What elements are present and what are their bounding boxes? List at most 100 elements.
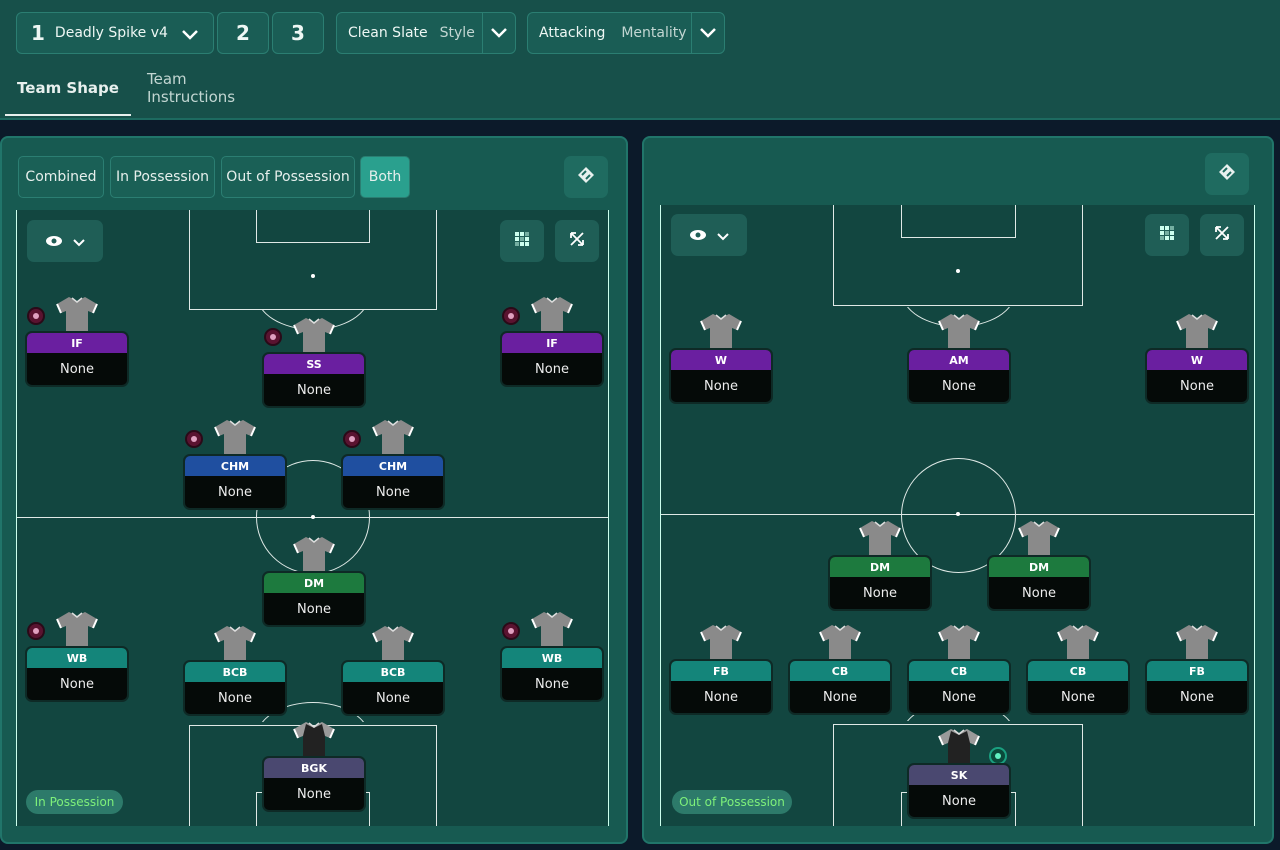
player-token-cb[interactable]: CB None [788, 623, 892, 715]
shirt-icon [818, 623, 862, 661]
player-role-card[interactable]: BGK None [262, 756, 366, 812]
segment-in-possession[interactable]: In Possession [110, 156, 215, 198]
player-token-fb[interactable]: FB None [669, 623, 773, 715]
eye-icon [689, 226, 707, 245]
shirt-icon [530, 610, 574, 648]
player-role-card[interactable]: W None [1145, 348, 1249, 404]
player-role-card[interactable]: BCB None [183, 660, 287, 716]
player-role-card[interactable]: FB None [1145, 659, 1249, 715]
grid-view-button[interactable] [1145, 214, 1189, 256]
tab-team-shape[interactable]: Team Shape [5, 62, 131, 116]
player-role-card[interactable]: DM None [987, 555, 1091, 611]
goalkeeper-shirt-icon [292, 720, 336, 758]
shirt-icon [371, 624, 415, 662]
segment-combined[interactable]: Combined [18, 156, 104, 198]
player-role-card[interactable]: CB None [907, 659, 1011, 715]
player-token-fb[interactable]: FB None [1145, 623, 1249, 715]
player-role-card[interactable]: WB None [25, 646, 129, 702]
style-selector[interactable]: Clean Slate Style [336, 12, 516, 54]
segment-both[interactable]: Both [360, 156, 410, 198]
player-name: None [942, 793, 976, 809]
player-instruction-badge-icon[interactable] [502, 622, 520, 640]
tactic-selector[interactable]: 1 Deadly Spike v4 [16, 12, 214, 54]
player-role-label: W [671, 350, 771, 370]
penalty-spot-top [311, 274, 315, 278]
player-token-w[interactable]: W None [1145, 312, 1249, 404]
player-role-card[interactable]: DM None [828, 555, 932, 611]
player-token-if[interactable]: IF None [25, 295, 129, 387]
visibility-toggle[interactable] [671, 214, 747, 256]
player-role-card[interactable]: FB None [669, 659, 773, 715]
player-instruction-badge-icon[interactable] [502, 307, 520, 325]
player-role-card[interactable]: CB None [1026, 659, 1130, 715]
player-instruction-badge-icon[interactable] [264, 328, 282, 346]
tactic-slot-2-button[interactable]: 2 [217, 12, 269, 54]
player-role-card[interactable]: BCB None [341, 660, 445, 716]
grid-view-button[interactable] [500, 220, 544, 262]
tactic-slot-number: 1 [31, 21, 45, 45]
player-role-card[interactable]: SK None [907, 763, 1011, 819]
swap-view-button[interactable] [1205, 153, 1249, 195]
player-name: None [942, 378, 976, 394]
player-role-card[interactable]: W None [669, 348, 773, 404]
player-role-card[interactable]: IF None [25, 331, 129, 387]
swap-view-button[interactable] [564, 156, 608, 198]
player-token-sk[interactable]: SK None [907, 727, 1011, 819]
player-role-card[interactable]: SS None [262, 352, 366, 408]
mentality-selector[interactable]: Attacking Mentality [527, 12, 725, 54]
expand-button[interactable] [555, 220, 599, 262]
centre-spot [956, 512, 960, 516]
player-role-label: CB [790, 661, 890, 681]
player-role-card[interactable]: DM None [262, 571, 366, 627]
player-token-bcb[interactable]: BCB None [341, 624, 445, 716]
player-role-card[interactable]: WB None [500, 646, 604, 702]
player-name: None [704, 378, 738, 394]
player-token-bgk[interactable]: BGK None [262, 720, 366, 812]
chevron-down-icon [73, 232, 85, 251]
player-name: None [823, 689, 857, 705]
player-name: None [297, 786, 331, 802]
grid-icon [1159, 225, 1175, 245]
tactic-slot-3-button[interactable]: 3 [272, 12, 324, 54]
shirt-icon [937, 312, 981, 350]
player-token-if[interactable]: IF None [500, 295, 604, 387]
tab-team-shape-label: Team Shape [17, 79, 119, 97]
player-role-label: W [1147, 350, 1247, 370]
player-role-card[interactable]: AM None [907, 348, 1011, 404]
player-token-bcb[interactable]: BCB None [183, 624, 287, 716]
player-role-card[interactable]: IF None [500, 331, 604, 387]
player-token-dm[interactable]: DM None [262, 535, 366, 627]
player-token-wb[interactable]: WB None [25, 610, 129, 702]
player-instruction-badge-icon[interactable] [185, 430, 203, 448]
segment-in-possession-label: In Possession [115, 169, 210, 185]
player-token-w[interactable]: W None [669, 312, 773, 404]
expand-button[interactable] [1200, 214, 1244, 256]
player-token-ss[interactable]: SS None [262, 316, 366, 408]
player-role-label: DM [830, 557, 930, 577]
player-token-chm[interactable]: CHM None [183, 418, 287, 510]
player-token-wb[interactable]: WB None [500, 610, 604, 702]
player-role-card[interactable]: CHM None [183, 454, 287, 510]
player-token-cb[interactable]: CB None [1026, 623, 1130, 715]
player-instruction-badge-icon[interactable] [343, 430, 361, 448]
player-token-chm[interactable]: CHM None [341, 418, 445, 510]
player-name: None [942, 689, 976, 705]
player-token-dm[interactable]: DM None [828, 519, 932, 611]
player-instruction-badge-icon[interactable] [27, 307, 45, 325]
player-name: None [1022, 585, 1056, 601]
player-token-am[interactable]: AM None [907, 312, 1011, 404]
player-token-dm[interactable]: DM None [987, 519, 1091, 611]
tactic-name: Deadly Spike v4 [54, 25, 168, 41]
player-role-card[interactable]: CB None [788, 659, 892, 715]
shirt-icon [699, 312, 743, 350]
segment-out-of-possession[interactable]: Out of Possession [221, 156, 355, 198]
player-name: None [218, 690, 252, 706]
player-token-cb[interactable]: CB None [907, 623, 1011, 715]
player-instruction-badge-icon[interactable] [27, 622, 45, 640]
tab-team-instructions[interactable]: Team Instructions [147, 62, 277, 114]
player-role-label: SK [909, 765, 1009, 785]
player-role-label: BCB [185, 662, 285, 682]
visibility-toggle[interactable] [27, 220, 103, 262]
player-name: None [60, 361, 94, 377]
player-role-card[interactable]: CHM None [341, 454, 445, 510]
